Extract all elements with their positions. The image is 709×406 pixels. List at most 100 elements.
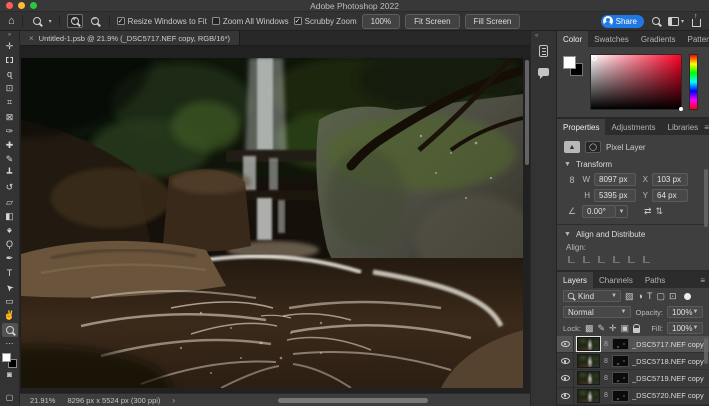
saturation-brightness-picker[interactable] — [590, 54, 682, 110]
tab-paths[interactable]: Paths — [639, 272, 671, 288]
width-field[interactable]: 8097 px — [594, 173, 636, 186]
tool-crop[interactable]: ⌗ — [2, 96, 18, 110]
workspace-switcher[interactable]: ▾ — [668, 17, 684, 26]
tool-move[interactable]: ✛ — [2, 39, 18, 53]
layer-row[interactable]: 8 _DSC5718.NEF copy — [557, 353, 709, 370]
y-field[interactable]: 64 px — [652, 189, 688, 202]
lock-artboard-icon[interactable]: ▣ — [621, 324, 630, 333]
panel-menu-icon[interactable]: ≡ — [704, 123, 709, 132]
quick-mask-button[interactable]: ◙ — [2, 368, 18, 382]
visibility-toggle[interactable] — [557, 353, 574, 369]
share-button[interactable]: Share — [601, 15, 644, 28]
tool-object-selection[interactable]: ⊡ — [2, 82, 18, 96]
resize-windows-checkbox[interactable]: ✓ Resize Windows to Fit — [117, 17, 207, 26]
tool-lasso[interactable]: ɋ — [2, 67, 18, 81]
tool-path-selection[interactable]: ➤ — [2, 280, 18, 294]
layer-thumbnail[interactable] — [577, 354, 600, 368]
tab-libraries[interactable]: Libraries — [662, 119, 705, 135]
tool-pen[interactable]: ✒ — [2, 252, 18, 266]
layer-row[interactable]: 8 _DSC5719.NEF copy — [557, 370, 709, 387]
lock-all-icon[interactable] — [633, 328, 640, 333]
hue-slider[interactable] — [689, 54, 698, 110]
edit-toolbar-button[interactable]: ⋯ — [2, 337, 18, 351]
tab-channels[interactable]: Channels — [593, 272, 639, 288]
document-tab[interactable]: × Untitled-1.psb @ 21.9% (_DSC5717.NEF c… — [20, 31, 240, 45]
visibility-toggle[interactable] — [557, 336, 574, 352]
lock-position-icon[interactable]: ✛ — [609, 324, 617, 333]
tool-brush[interactable]: ✎ — [2, 153, 18, 167]
rotation-field[interactable]: 0.00° — [582, 205, 616, 218]
zoom-all-windows-checkbox[interactable]: Zoom All Windows — [212, 17, 289, 26]
tool-blur[interactable]: ♠ — [2, 223, 18, 237]
layer-thumbnail[interactable] — [577, 337, 600, 351]
tab-properties[interactable]: Properties — [557, 119, 605, 135]
canvas-viewport[interactable] — [20, 46, 530, 393]
filter-kind-dropdown[interactable]: Kind ▼ — [563, 290, 621, 302]
tool-dodge[interactable]: Ϙ — [2, 238, 18, 252]
tool-hand[interactable]: ✌ — [2, 309, 18, 323]
home-icon[interactable]: ⌂ — [8, 16, 15, 26]
zoom-tool-preset[interactable] — [30, 15, 44, 27]
tool-eyedropper[interactable]: ✑ — [2, 124, 18, 138]
tool-type[interactable]: T — [2, 266, 18, 280]
tool-spot-healing[interactable]: ✚ — [2, 138, 18, 152]
layer-mask-thumbnail[interactable] — [612, 390, 629, 402]
flip-horizontal-icon[interactable]: ⇄ — [644, 206, 652, 217]
align-bottom-icon[interactable] — [643, 256, 650, 263]
close-tab-icon[interactable]: × — [29, 34, 34, 43]
rotation-dropdown[interactable]: ▼ — [616, 205, 628, 218]
export-icon[interactable] — [692, 19, 701, 27]
tool-gradient[interactable]: ◧ — [2, 209, 18, 223]
search-icon[interactable] — [652, 17, 660, 25]
layer-mask-thumbnail[interactable] — [612, 372, 629, 384]
tab-color[interactable]: Color — [557, 31, 588, 47]
fill-screen-button[interactable]: Fill Screen — [465, 14, 521, 29]
layer-thumbnail[interactable] — [577, 389, 600, 403]
blend-mode-dropdown[interactable]: Normal ▼ — [563, 306, 631, 318]
tab-adjustments[interactable]: Adjustments — [605, 119, 661, 135]
layer-name[interactable]: _DSC5720.NEF copy — [632, 391, 704, 400]
properties-scrollbar[interactable] — [704, 169, 708, 227]
align-right-icon[interactable] — [598, 256, 605, 263]
tool-frame[interactable]: ⊠ — [2, 110, 18, 124]
status-menu-chevron-icon[interactable]: › — [172, 396, 175, 405]
lock-image-icon[interactable]: ✎ — [597, 324, 605, 333]
layer-mask-thumbnail[interactable] — [612, 338, 629, 350]
filter-smart-objects-icon[interactable]: ⊡ — [669, 292, 677, 301]
layer-row[interactable]: 8 _DSC5717.NEF copy — [557, 336, 709, 353]
layer-name[interactable]: _DSC5719.NEF copy — [632, 374, 704, 383]
zoom-out-button[interactable]: − — [88, 15, 102, 27]
layer-name[interactable]: _DSC5717.NEF copy — [632, 340, 704, 349]
color-picker-handle[interactable] — [592, 56, 597, 61]
tab-gradients[interactable]: Gradients — [635, 31, 682, 47]
filtering-toggle[interactable] — [684, 293, 691, 300]
layer-row[interactable]: 8 _DSC5720.NEF copy — [557, 388, 709, 405]
screen-mode-button[interactable]: ▢ — [2, 391, 18, 405]
layer-thumbnail[interactable] — [577, 371, 600, 385]
height-field[interactable]: 5395 px — [594, 189, 636, 202]
fit-screen-button[interactable]: Fit Screen — [405, 14, 459, 29]
tab-layers[interactable]: Layers — [557, 272, 593, 288]
foreground-background-swatches[interactable] — [2, 353, 17, 368]
tool-rectangular-marquee[interactable] — [2, 53, 18, 67]
horizontal-scrollbar[interactable] — [278, 398, 428, 403]
zoom-100-button[interactable]: 100% — [362, 14, 400, 29]
align-left-icon[interactable] — [568, 256, 575, 263]
layer-name[interactable]: _DSC5718.NEF copy — [632, 357, 704, 366]
tool-clone-stamp[interactable]: ┻ — [2, 167, 18, 181]
align-center-v-icon[interactable] — [628, 256, 635, 263]
lock-transparency-icon[interactable]: ▩ — [585, 324, 594, 333]
align-center-h-icon[interactable] — [583, 256, 590, 263]
tab-swatches[interactable]: Swatches — [588, 31, 635, 47]
zoom-level[interactable]: 21.91% — [30, 396, 55, 405]
visibility-toggle[interactable] — [557, 370, 574, 386]
collapse-caret-icon[interactable]: ▼ — [564, 161, 571, 168]
dock-collapse-icon[interactable]: « — [535, 33, 538, 41]
color-fg-bg-swatches[interactable] — [563, 56, 583, 76]
panel-menu-icon[interactable]: ≡ — [700, 276, 705, 285]
collapse-caret-icon[interactable]: ▼ — [564, 231, 571, 238]
x-field[interactable]: 103 px — [652, 173, 688, 186]
vertical-scrollbar[interactable] — [525, 60, 529, 165]
comments-icon[interactable] — [538, 68, 549, 76]
filter-pixel-layers-icon[interactable]: ▨ — [625, 292, 634, 301]
